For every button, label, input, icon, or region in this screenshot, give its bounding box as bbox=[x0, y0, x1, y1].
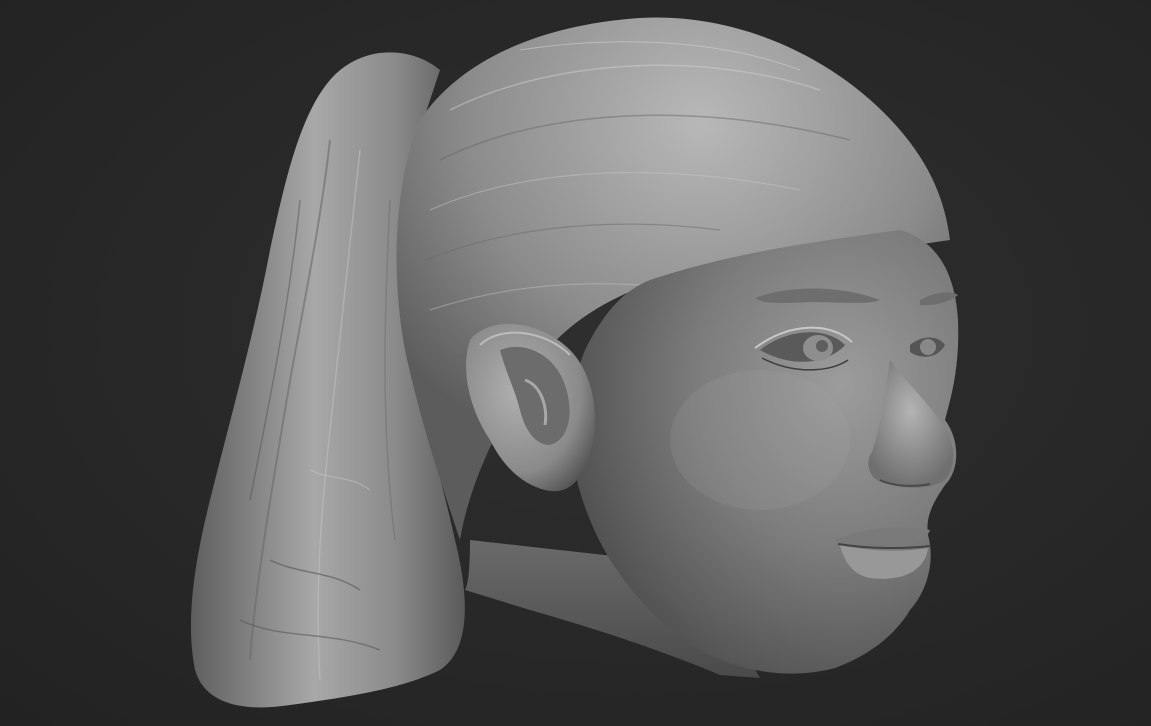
ear bbox=[466, 323, 595, 492]
head-sculpture bbox=[190, 17, 959, 708]
render-viewport bbox=[0, 0, 1151, 726]
cheek-highlight bbox=[670, 370, 850, 510]
